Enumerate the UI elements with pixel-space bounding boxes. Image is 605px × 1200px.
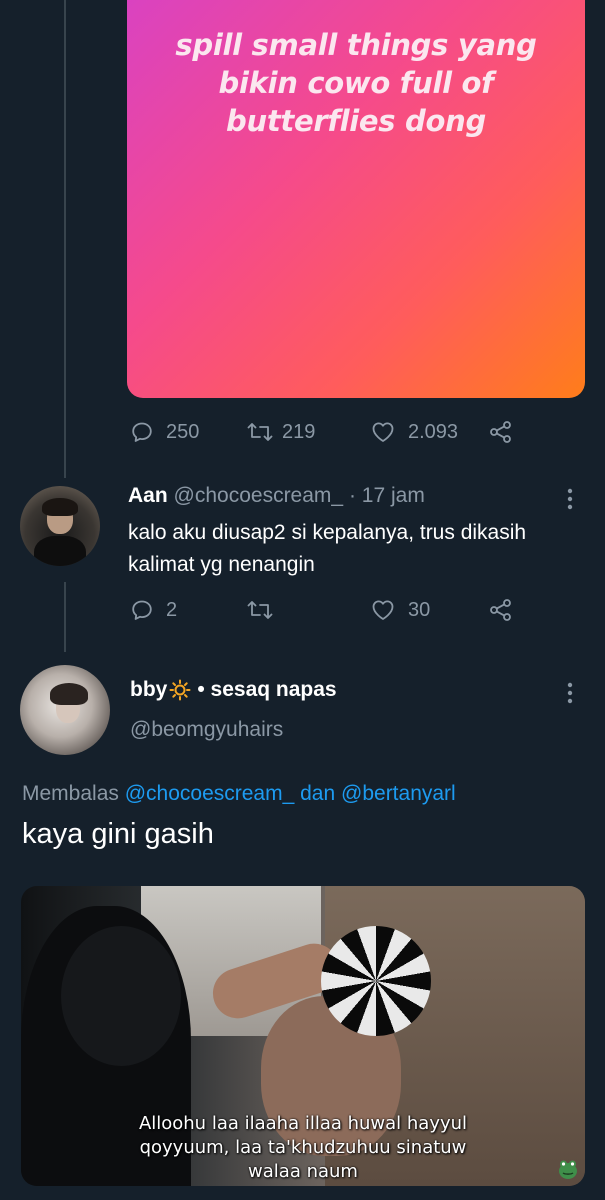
like-count: 30 bbox=[408, 598, 431, 621]
avatar-hair bbox=[42, 498, 78, 516]
share-icon bbox=[490, 421, 511, 443]
mention-link[interactable]: @chocoescream_ bbox=[125, 782, 295, 805]
reply-button[interactable]: 250 bbox=[130, 420, 199, 444]
image-figure bbox=[61, 926, 181, 1066]
like-icon bbox=[372, 600, 394, 620]
display-name[interactable]: bby bbox=[130, 678, 167, 702]
media-image[interactable]: Alloohu laa ilaaha illaa huwal hayyul qo… bbox=[21, 886, 585, 1186]
reply-text: kaya gini gasih bbox=[22, 818, 214, 850]
more-icon[interactable] bbox=[567, 681, 573, 705]
reply-action-bar: 2 30 bbox=[0, 598, 605, 626]
like-count: 2.093 bbox=[408, 420, 459, 443]
replying-joiner: dan bbox=[300, 782, 336, 805]
reply-icon bbox=[132, 422, 152, 442]
retweet-button[interactable]: 219 bbox=[246, 420, 315, 444]
separator: · bbox=[348, 484, 356, 507]
reply-text: kalo aku diusap2 si kepalanya, trus dika… bbox=[128, 521, 527, 576]
avatar-hair bbox=[50, 683, 88, 705]
reply-header: bby • sesaq napas bbox=[130, 678, 337, 702]
like-button[interactable]: 2.093 bbox=[370, 420, 458, 444]
image-fan bbox=[321, 926, 431, 1036]
mention-link[interactable]: @bertanyarl bbox=[341, 782, 456, 805]
reply-icon bbox=[132, 600, 152, 620]
share-button[interactable] bbox=[488, 598, 514, 622]
share-button[interactable] bbox=[488, 420, 514, 444]
frog-sticker-icon bbox=[559, 1160, 577, 1179]
media-subtitle: Alloohu laa ilaaha illaa huwal hayyul qo… bbox=[21, 1112, 585, 1184]
retweet-icon bbox=[247, 423, 273, 441]
share-icon bbox=[490, 599, 511, 621]
subtitle-line: Alloohu laa ilaaha illaa huwal hayyul bbox=[138, 1113, 468, 1134]
reply-button[interactable]: 2 bbox=[130, 598, 177, 622]
display-name[interactable]: Aan bbox=[128, 484, 168, 507]
sun-icon bbox=[169, 679, 191, 701]
replying-prefix: Membalas bbox=[22, 782, 119, 805]
tweet-image[interactable]: spill small things yang bikin cowo full … bbox=[127, 0, 585, 398]
tweet-action-bar: 250 219 2.093 bbox=[0, 420, 605, 448]
thread-line bbox=[64, 0, 66, 478]
reply-count: 250 bbox=[166, 420, 200, 443]
reply-count: 2 bbox=[166, 598, 178, 621]
subtitle-line: walaa naum bbox=[248, 1161, 358, 1182]
like-button[interactable]: 30 bbox=[370, 598, 430, 622]
user-handle[interactable]: @chocoescream_ bbox=[174, 484, 344, 507]
subtitle-line: qoyyuum, laa ta'khudzuhuu sinatuw bbox=[139, 1137, 467, 1158]
reply-header: Aan @chocoescream_ · 17 jam bbox=[128, 484, 425, 508]
avatar[interactable] bbox=[20, 665, 110, 755]
retweet-button[interactable] bbox=[246, 598, 274, 622]
retweet-count: 219 bbox=[282, 420, 316, 443]
retweet-icon bbox=[247, 601, 273, 619]
avatar[interactable] bbox=[20, 486, 100, 566]
more-icon[interactable] bbox=[567, 487, 573, 511]
timestamp[interactable]: 17 jam bbox=[362, 484, 425, 507]
avatar-body bbox=[34, 536, 86, 566]
user-handle[interactable]: @beomgyuhairs bbox=[130, 718, 283, 742]
replying-to: Membalas @chocoescream_ dan @bertanyarl bbox=[22, 782, 456, 806]
display-name-suffix: • sesaq napas bbox=[197, 678, 337, 701]
image-caption: spill small things yang bikin cowo full … bbox=[175, 28, 537, 138]
like-icon bbox=[372, 422, 394, 442]
